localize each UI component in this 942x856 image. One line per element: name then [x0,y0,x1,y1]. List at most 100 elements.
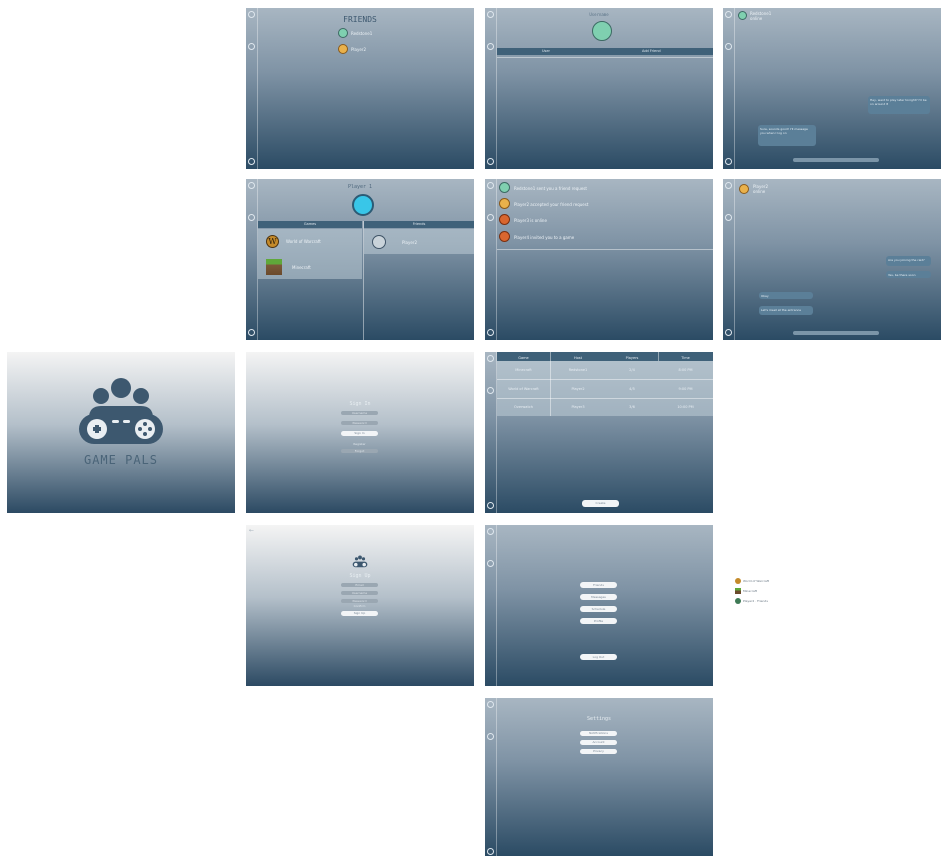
list-item[interactable]: World of Warcraft [735,578,775,585]
message-bubble-received: Let's meet at the entrance [759,306,813,315]
table-cell: 10:00 PM [677,405,694,409]
page-title: FRIENDS [343,15,377,24]
settings-nav-icon[interactable] [487,848,494,855]
sign-in-button[interactable]: Sign In [341,431,378,436]
schedule-button[interactable]: Schedule [580,606,617,612]
game-pals-logo-icon [79,378,163,444]
minecraft-icon [735,588,741,594]
message-bubble-received: Okay [759,292,813,299]
messages-nav-icon[interactable] [487,214,494,221]
profile-name: Player 1 [347,184,373,190]
friend-item[interactable]: Player2 [372,235,462,249]
message-input[interactable] [793,158,879,162]
table-cell: 3/6 [629,405,635,409]
messages-nav-icon[interactable] [487,387,494,394]
settings-nav-icon[interactable] [487,158,494,165]
chat-user-status: online [753,189,766,194]
log-out-button[interactable]: Log Out [580,654,617,660]
game-item[interactable]: W World of Warcraft [266,235,356,249]
page-title: Sign In [349,401,371,407]
settings-nav-icon[interactable] [248,329,255,336]
table-cell: Player2 [571,387,585,391]
avatar [372,235,386,249]
notification-text: Player4 invited you to a game [514,235,575,240]
message-input[interactable] [793,331,879,335]
table-cell: Redstone1 [568,368,588,372]
avatar [592,21,612,41]
messages-button[interactable]: Messages [580,594,617,600]
notification-text: Redstone1 sent you a friend request [514,186,587,191]
messages-nav-icon[interactable] [725,214,732,221]
table-header: Game Host Players Time [497,352,713,361]
friends-button[interactable]: Friends [580,582,617,588]
table-row[interactable]: Minecraft Redstone1 2/4 8:00 PM [497,361,713,379]
messages-nav-icon[interactable] [725,43,732,50]
nav-rail [485,8,497,169]
nav-rail [485,525,497,686]
settings-nav-icon[interactable] [248,158,255,165]
password-field[interactable]: Password [341,421,378,425]
divider [497,57,713,58]
privacy-button[interactable]: Privacy [580,749,617,754]
list-item[interactable]: Redstone1 sent you a friend request [499,182,699,194]
list-item-label: Player2 · Friends [743,599,768,603]
profile-nav-icon[interactable] [487,355,494,362]
chat-user-status: online [750,16,763,21]
friends-screen: FRIENDS Redstone1 Player2 [246,8,474,169]
list-item[interactable]: Minecraft [735,588,775,595]
notifications-button[interactable]: Notifications [580,731,617,736]
sign-up-button[interactable]: Sign Up [341,611,378,616]
sign-up-screen: ← Sign Up Email Username Password Confir… [246,525,474,686]
confirm-password-field[interactable]: Confirm [341,604,378,608]
list-item[interactable]: Player2 · Friends [735,598,775,605]
username-field[interactable]: Username [341,411,378,415]
profile-nav-icon[interactable] [487,182,494,189]
profile-button[interactable]: Profile [580,618,617,624]
list-item[interactable]: Player3 is online [499,214,699,226]
column-header: User [542,49,550,53]
settings-nav-icon[interactable] [725,158,732,165]
account-button[interactable]: Account [580,740,617,745]
settings-nav-icon[interactable] [487,502,494,509]
password-field[interactable]: Password [341,599,378,603]
friend-list-item[interactable]: Redstone1 [338,28,398,38]
messages-nav-icon[interactable] [248,43,255,50]
table-header: User Add Friend [497,48,713,55]
search-screen: Username User Add Friend [485,8,713,169]
notifications-screen: Redstone1 sent you a friend request Play… [485,179,713,340]
column-divider [658,352,659,361]
column-header: Add Friend [642,49,661,53]
messages-nav-icon[interactable] [487,560,494,567]
avatar [735,598,741,604]
messages-nav-icon[interactable] [487,733,494,740]
profile-nav-icon[interactable] [487,528,494,535]
settings-nav-icon[interactable] [725,329,732,336]
friend-list-item[interactable]: Player2 [338,44,398,54]
friend-name: Player2 [351,47,366,52]
splash-screen: GAME PALS [7,352,235,513]
avatar [738,11,747,20]
table-row[interactable]: World of Warcraft Player2 4/5 9:00 PM [497,380,713,398]
profile-screen: Player 1 Games Friends W World of Warcra… [246,179,474,340]
messages-nav-icon[interactable] [487,43,494,50]
profile-avatar [352,194,374,216]
list-item[interactable]: Player4 invited you to a game [499,231,699,243]
table-row[interactable]: Overwatch Player3 3/6 10:00 PM [497,399,713,416]
register-link[interactable]: Register [341,442,378,446]
message-bubble-sent: Are you joining the raid? [886,256,931,266]
forgot-link[interactable]: Forgot [341,449,378,453]
game-item[interactable]: Minecraft [266,259,356,275]
settings-nav-icon[interactable] [487,329,494,336]
profile-nav-icon[interactable] [725,182,732,189]
create-button[interactable]: Create [582,500,619,507]
nav-rail [723,179,735,340]
email-field[interactable]: Email [341,583,378,587]
list-item[interactable]: Player2 accepted your friend request [499,198,699,210]
avatar [338,28,348,38]
back-arrow-icon[interactable]: ← [249,527,254,534]
username-field[interactable]: Username [341,591,378,595]
messages-nav-icon[interactable] [248,214,255,221]
game-name: Minecraft [292,265,311,270]
profile-nav-icon[interactable] [725,11,732,18]
profile-nav-icon[interactable] [487,701,494,708]
